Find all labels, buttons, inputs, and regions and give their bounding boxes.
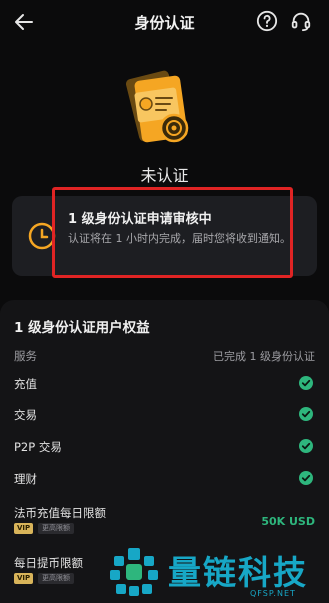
check-icon: [299, 407, 313, 421]
benefits-title: 1 级身份认证用户权益: [14, 320, 150, 336]
service-row-trade: 交易: [14, 405, 315, 425]
deposit-limit-value: 50K USD: [261, 515, 315, 528]
service-label-deposit: 充值: [14, 377, 37, 391]
question-circle-icon[interactable]: [256, 10, 278, 32]
watermark-text: 量链科技: [168, 553, 308, 592]
service-label-trade: 交易: [14, 408, 37, 422]
service-label: 服务: [14, 349, 37, 363]
service-label-p2p: P2P 交易: [14, 440, 62, 454]
deposit-limit-row: 法币充值每日限额 50K USD VIP 更高限额: [14, 503, 315, 537]
watermark: 量链科技 QFSP.NET: [108, 544, 328, 602]
service-header-row: 服务 已完成 1 级身份认证: [14, 346, 315, 366]
withdraw-limit-label: 每日提币限额: [14, 556, 83, 570]
vip-more-limit-link[interactable]: 更高限额: [38, 523, 74, 534]
verification-status: 未认证: [140, 166, 189, 185]
check-icon: [299, 439, 313, 453]
notice-title: 1 级身份认证申请审核中: [68, 212, 212, 227]
page-title: 身份认证: [134, 14, 195, 32]
check-icon: [299, 471, 313, 485]
vip-more-limit-link[interactable]: 更高限额: [38, 573, 74, 584]
service-label-earn: 理财: [14, 472, 37, 486]
vip-badge: VIP: [14, 523, 34, 534]
watermark-domain: QFSP.NET: [250, 589, 296, 598]
header-bar: 身份认证: [0, 0, 329, 44]
check-icon: [299, 376, 313, 390]
deposit-limit-label: 法币充值每日限额: [14, 506, 106, 520]
watermark-logo-icon: [110, 548, 158, 596]
headset-icon[interactable]: [290, 10, 312, 32]
id-card-badge-icon: [125, 70, 189, 143]
notice-description: 认证将在 1 小时内完成，届时您将收到通知。: [68, 232, 291, 245]
vip-badge: VIP: [14, 573, 34, 584]
service-row-p2p: P2P 交易: [14, 437, 315, 457]
service-row-earn: 理财: [14, 469, 315, 489]
completed-label: 已完成 1 级身份认证: [213, 350, 315, 363]
service-row-deposit: 充值: [14, 374, 315, 394]
review-notice-card: 1 级身份认证申请审核中 认证将在 1 小时内完成，届时您将收到通知。: [12, 196, 317, 276]
clock-icon: [28, 222, 56, 250]
